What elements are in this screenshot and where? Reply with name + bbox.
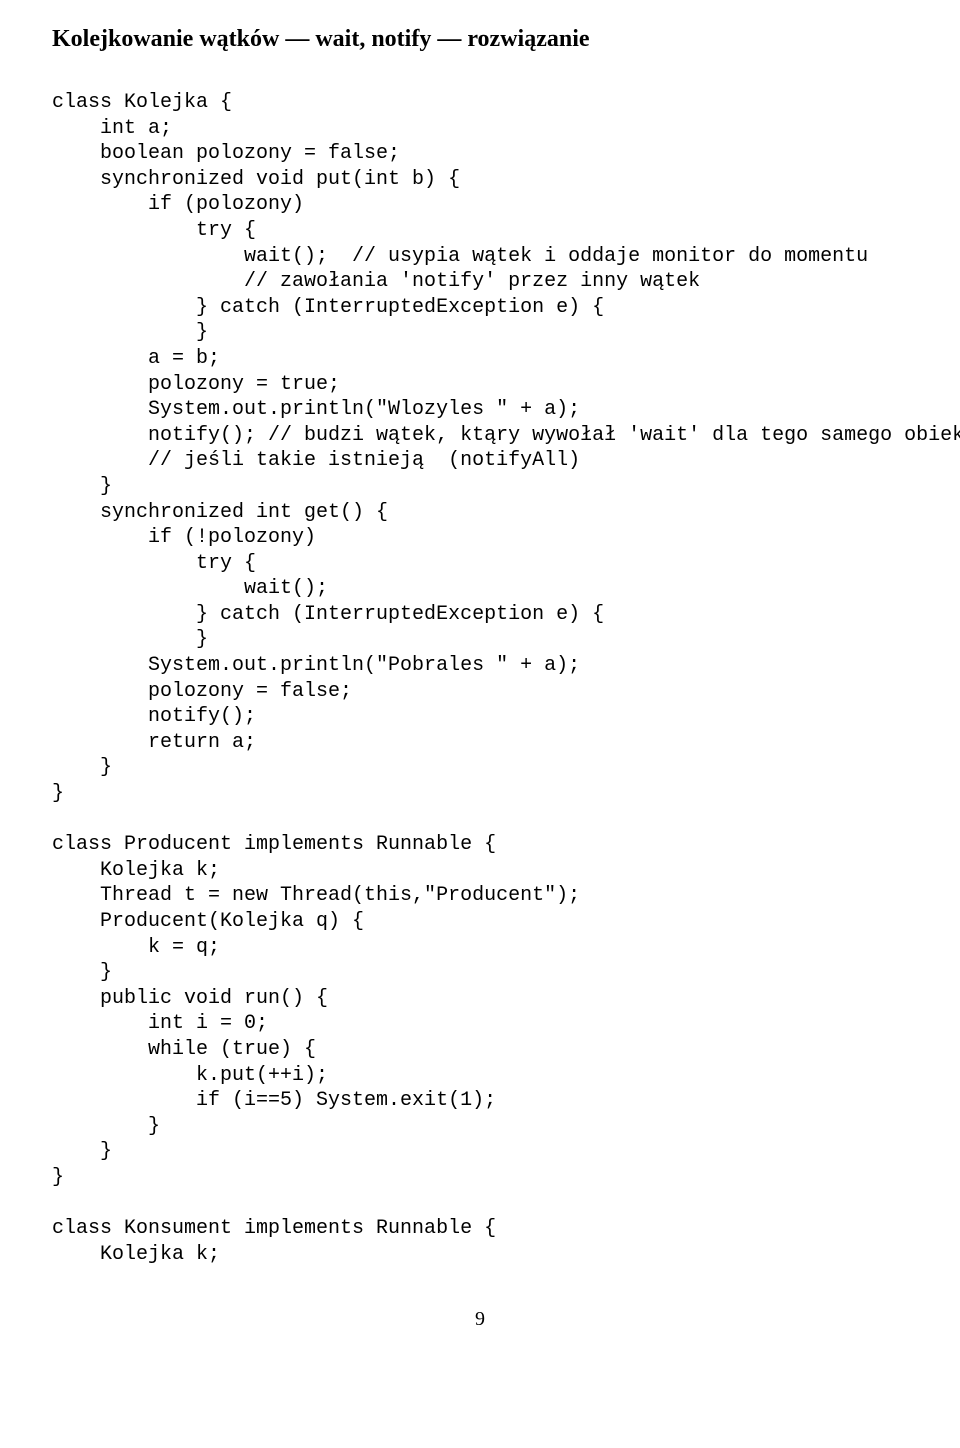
section-heading: Kolejkowanie wątków — wait, notify — roz… <box>52 24 908 54</box>
code-block: class Kolejka { int a; boolean polozony … <box>52 90 908 1267</box>
page-number: 9 <box>52 1309 908 1329</box>
page: Kolejkowanie wątków — wait, notify — roz… <box>0 0 960 1369</box>
